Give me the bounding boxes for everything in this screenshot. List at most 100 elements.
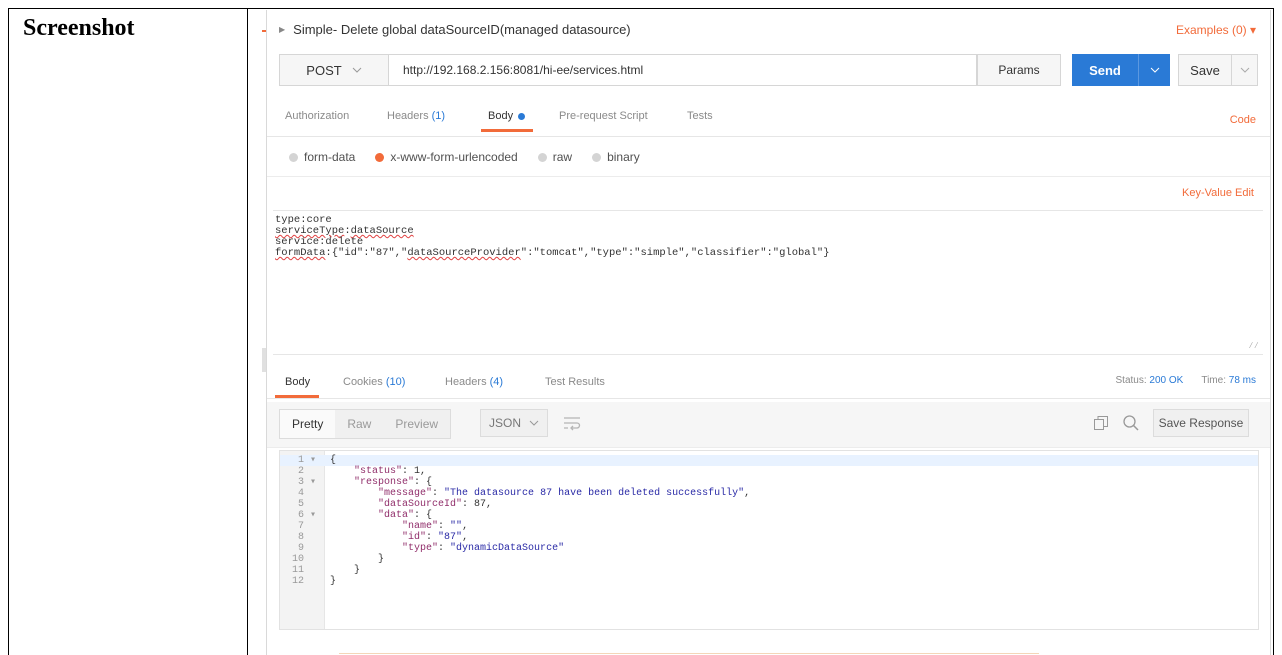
status-label: Status:	[1115, 375, 1147, 386]
status-value: 200 OK	[1149, 375, 1184, 386]
tab-label: Body	[285, 376, 311, 388]
tab-label: Body	[488, 110, 514, 122]
line-number: 6 ▾	[297, 510, 316, 521]
response-toolbar: Pretty Raw Preview JSON Save Response	[267, 402, 1270, 448]
tab-label: Tests	[687, 110, 713, 122]
radio-indicator	[375, 152, 385, 162]
radio-binary[interactable]: binary	[592, 150, 640, 164]
time-readout: Time: 78 ms	[1201, 375, 1256, 386]
search-icon[interactable]	[1122, 414, 1140, 432]
send-button[interactable]: Send	[1072, 54, 1170, 86]
tab-label: Headers	[445, 376, 487, 388]
view-preview-button[interactable]: Preview	[383, 410, 450, 438]
radio-form-data[interactable]: form-data	[289, 150, 355, 164]
response-status: Status: 200 OK Time: 78 ms	[1116, 375, 1257, 386]
params-button[interactable]: Params	[977, 54, 1061, 86]
code-text: "status": 1,	[354, 466, 427, 477]
code-text: "message": "The datasource 87 have been …	[378, 488, 751, 499]
line-number: 1 ▾	[297, 455, 316, 466]
copy-icon[interactable]	[1093, 415, 1109, 431]
document-label: Screenshot	[23, 15, 135, 41]
resize-handle-icon[interactable]: ∕∕	[1248, 341, 1259, 352]
code-line: 3 ▾ "response": {	[280, 477, 1258, 488]
code-text: "id": "87",	[402, 532, 469, 543]
active-tab-indicator	[481, 129, 533, 132]
examples-dropdown[interactable]: Examples (0) ▾	[1176, 23, 1256, 37]
tab-label: Cookies	[343, 376, 383, 388]
section-divider	[267, 176, 1270, 177]
caret-down-icon: ▾	[1249, 23, 1256, 37]
body-mode-radios: form-data x-www-form-urlencoded raw bina…	[289, 150, 640, 164]
format-select[interactable]: JSON	[480, 409, 548, 437]
caret-right-icon: ▶	[279, 25, 286, 34]
tab-count: (10)	[385, 376, 406, 388]
code-line: 12 }	[280, 576, 1258, 587]
body-key: formData	[275, 247, 326, 259]
chevron-down-icon	[352, 67, 362, 73]
line-number: 7	[297, 521, 316, 532]
code-line: 10 }	[280, 554, 1258, 565]
body-line: formData:{"id":"87","dataSourceProvider"…	[275, 248, 1263, 259]
view-pretty-button[interactable]: Pretty	[280, 410, 336, 438]
request-title[interactable]: ▶ Simple- Delete global dataSourceID(man…	[279, 22, 631, 37]
radio-label: x-www-form-urlencoded	[390, 150, 518, 164]
examples-label: Examples (0)	[1175, 23, 1247, 37]
send-label: Send	[1089, 62, 1121, 78]
tab-response-headers[interactable]: Headers (4)	[445, 376, 503, 388]
time-label: Time:	[1201, 375, 1226, 386]
tab-body[interactable]: Body	[488, 110, 526, 122]
tab-label: Authorization	[285, 110, 350, 122]
radio-indicator	[289, 152, 298, 162]
postman-window: ▶ Simple- Delete global dataSourceID(man…	[266, 10, 1271, 655]
tab-cookies[interactable]: Cookies (10)	[343, 376, 405, 388]
url-input[interactable]	[389, 54, 977, 86]
tab-headers[interactable]: Headers (1)	[387, 110, 445, 122]
tab-authorization[interactable]: Authorization	[285, 110, 349, 122]
tab-response-body[interactable]: Body	[285, 376, 310, 388]
radio-x-www-form-urlencoded[interactable]: x-www-form-urlencoded	[375, 150, 518, 164]
code-line: 6 ▾ "data": {	[280, 510, 1258, 521]
save-button[interactable]: Save	[1178, 54, 1258, 86]
tab-pre-request-script[interactable]: Pre-request Script	[559, 110, 648, 122]
code-text: }	[330, 576, 337, 587]
code-line: 5 "dataSourceId": 87,	[280, 499, 1258, 510]
save-response-button[interactable]: Save Response	[1153, 409, 1249, 437]
send-options-chevron-icon[interactable]	[1139, 65, 1170, 76]
body-value: dataSourceProvider	[407, 247, 521, 259]
tab-tests[interactable]: Tests	[687, 110, 713, 122]
radio-indicator	[537, 152, 547, 162]
radio-label: form-data	[304, 150, 356, 164]
tab-count: (1)	[431, 110, 446, 122]
radio-raw[interactable]: raw	[537, 150, 573, 164]
line-number: 8	[297, 532, 316, 543]
time-value: 78 ms	[1228, 375, 1256, 386]
table-column-divider	[247, 9, 248, 655]
line-number: 10	[291, 554, 316, 565]
code-text: }	[330, 565, 361, 576]
key-value-edit-link[interactable]: Key-Value Edit	[1182, 187, 1254, 199]
request-tabs: Authorization Headers (1) Body Pre-reque…	[267, 106, 1270, 137]
method-select[interactable]: POST	[279, 54, 389, 86]
code-text: "response": {	[354, 477, 433, 488]
bottom-rule	[339, 653, 1039, 654]
code-line: 8 "id": "87",	[280, 532, 1258, 543]
radio-indicator	[592, 152, 602, 162]
line-number: 3 ▾	[297, 477, 316, 488]
save-options-chevron-icon[interactable]	[1232, 65, 1257, 76]
body-line: serviceType:dataSource	[275, 225, 414, 237]
wrap-lines-icon[interactable]	[563, 415, 581, 431]
tab-count: (4)	[489, 376, 504, 388]
code-line: 11 }	[280, 565, 1258, 576]
code-line: 7 "name": "",	[280, 521, 1258, 532]
bulk-body-editor[interactable]: type:core serviceType:dataSource service…	[273, 210, 1263, 355]
tab-test-results[interactable]: Test Results	[545, 376, 605, 388]
radio-label: raw	[552, 150, 573, 164]
response-json-viewer[interactable]: 1 ▾{2 "status": 1, 3 ▾ "response": {4 "me…	[279, 450, 1259, 630]
line-number: 5	[297, 499, 316, 510]
tab-label: Test Results	[545, 376, 605, 388]
method-label: POST	[306, 62, 342, 78]
view-raw-button[interactable]: Raw	[335, 410, 383, 438]
code-text: "dataSourceId": 87,	[378, 499, 493, 510]
code-text: "name": "",	[402, 521, 469, 532]
code-link[interactable]: Code	[1230, 114, 1256, 126]
